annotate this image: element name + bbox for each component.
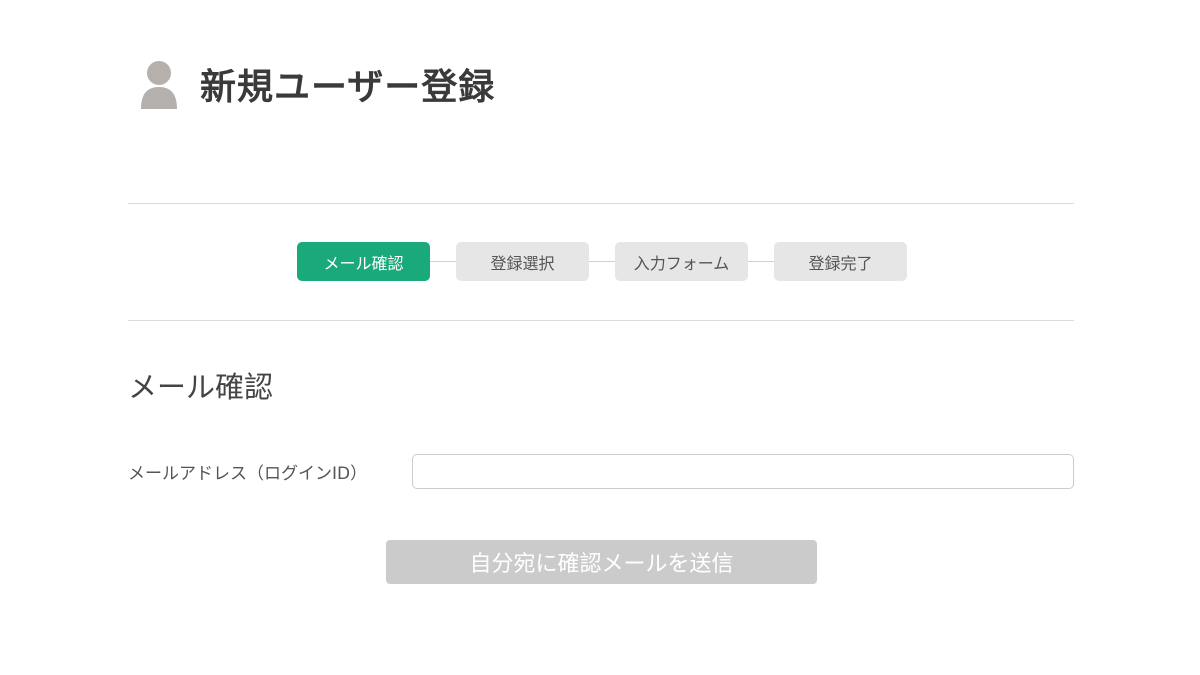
progress-stepper: メール確認 登録選択 入力フォーム 登録完了	[297, 242, 907, 281]
divider-bottom	[128, 320, 1074, 321]
step-connector	[748, 261, 774, 262]
section-title: メール確認	[128, 370, 274, 404]
step-registration-complete: 登録完了	[774, 242, 907, 281]
send-confirmation-email-button[interactable]: 自分宛に確認メールを送信	[386, 540, 817, 584]
step-email-confirmation: メール確認	[297, 242, 430, 281]
page-header: 新規ユーザー登録	[140, 56, 495, 112]
registration-page: 新規ユーザー登録 メール確認 登録選択 入力フォーム 登録完了 メール確認 メー…	[0, 0, 1200, 675]
step-connector	[589, 261, 615, 262]
step-connector	[430, 261, 456, 262]
email-field-label: メールアドレス（ログインID）	[128, 464, 368, 484]
email-field[interactable]	[412, 454, 1074, 489]
user-silhouette-icon	[141, 61, 177, 109]
divider-top	[128, 203, 1074, 204]
step-input-form: 入力フォーム	[615, 242, 748, 281]
page-title: 新規ユーザー登録	[200, 67, 496, 108]
step-registration-choice: 登録選択	[456, 242, 589, 281]
